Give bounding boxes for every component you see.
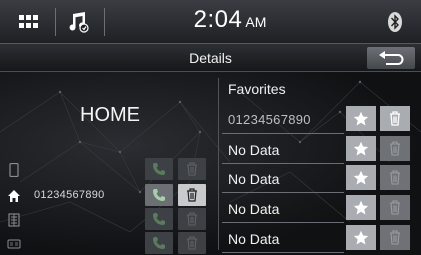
trash-icon — [187, 162, 197, 176]
call-button[interactable] — [145, 208, 173, 230]
phone-icon — [153, 189, 165, 201]
trash-icon — [187, 188, 197, 202]
star-icon — [353, 111, 369, 125]
trash-icon — [390, 111, 400, 126]
row-divider — [222, 252, 344, 253]
favorite-add-button[interactable] — [178, 208, 206, 230]
contact-number-row — [0, 232, 212, 255]
phone-icon — [153, 163, 165, 175]
favorite-star-button[interactable] — [346, 106, 376, 131]
favorite-label: 01234567890 — [228, 112, 311, 127]
row-divider — [222, 222, 344, 223]
favorites-title: Favorites — [228, 81, 286, 97]
favorite-add-button[interactable] — [178, 184, 206, 206]
back-button[interactable] — [367, 47, 415, 69]
call-button[interactable] — [145, 184, 173, 206]
contact-name: HOME — [80, 104, 140, 126]
phone-icon — [153, 213, 165, 225]
contact-number-row — [0, 158, 212, 182]
home-icon — [7, 189, 21, 203]
trash-icon — [390, 170, 400, 185]
call-button[interactable] — [145, 232, 173, 254]
trash-icon — [390, 230, 400, 245]
favorite-label: No Data — [228, 142, 280, 158]
favorite-star-button[interactable] — [346, 195, 376, 220]
row-divider — [222, 192, 344, 193]
star-icon — [353, 141, 369, 155]
favorite-delete-button[interactable] — [380, 106, 410, 131]
favorite-item[interactable]: No Data — [222, 195, 417, 223]
title-bar: Details — [0, 44, 421, 72]
clock-ampm: AM — [245, 14, 267, 30]
contact-number: 01234567890 — [34, 189, 105, 201]
trash-icon — [390, 200, 400, 215]
trash-icon — [187, 236, 197, 250]
office-icon — [7, 213, 21, 227]
favorite-item[interactable]: No Data — [222, 225, 417, 253]
trash-icon — [187, 212, 197, 226]
grid-menu-icon[interactable] — [14, 6, 44, 38]
favorite-item[interactable]: No Data — [222, 165, 417, 193]
favorite-star-button[interactable] — [346, 225, 376, 250]
music-note-icon[interactable] — [64, 6, 94, 38]
page-title: Details — [189, 50, 232, 66]
favorite-item[interactable]: No Data — [222, 136, 417, 164]
toolbar-separator — [55, 8, 56, 36]
clock: 2:04 AM — [160, 6, 300, 34]
star-icon — [353, 170, 369, 184]
other-icon — [7, 237, 21, 251]
favorite-item[interactable]: 01234567890 — [222, 106, 417, 134]
details-panel: HOME 01234567890 Favorites 01234567890 N… — [0, 72, 421, 255]
back-arrow-icon — [379, 51, 404, 65]
call-button[interactable] — [145, 158, 173, 180]
mobile-phone-icon — [7, 162, 21, 178]
favorite-add-button[interactable] — [178, 158, 206, 180]
favorite-label: No Data — [228, 231, 280, 247]
favorite-delete-button[interactable] — [380, 225, 410, 250]
favorite-delete-button[interactable] — [380, 165, 410, 190]
favorite-delete-button[interactable] — [380, 195, 410, 220]
trash-icon — [390, 141, 400, 156]
phone-icon — [153, 237, 165, 249]
favorite-label: No Data — [228, 201, 280, 217]
favorite-star-button[interactable] — [346, 165, 376, 190]
status-bar: 2:04 AM — [0, 0, 421, 44]
star-icon — [353, 200, 369, 214]
favorite-delete-button[interactable] — [380, 136, 410, 161]
clock-time: 2:04 — [193, 6, 243, 33]
bluetooth-icon — [387, 11, 403, 33]
favorite-star-button[interactable] — [346, 136, 376, 161]
contact-number-row: 01234567890 — [0, 184, 212, 208]
row-divider — [222, 163, 344, 164]
toolbar-separator — [104, 8, 105, 36]
favorite-add-button[interactable] — [178, 232, 206, 254]
favorite-label: No Data — [228, 171, 280, 187]
row-divider — [222, 133, 344, 134]
star-icon — [353, 230, 369, 244]
panel-divider — [218, 78, 219, 250]
contact-number-row — [0, 208, 212, 232]
